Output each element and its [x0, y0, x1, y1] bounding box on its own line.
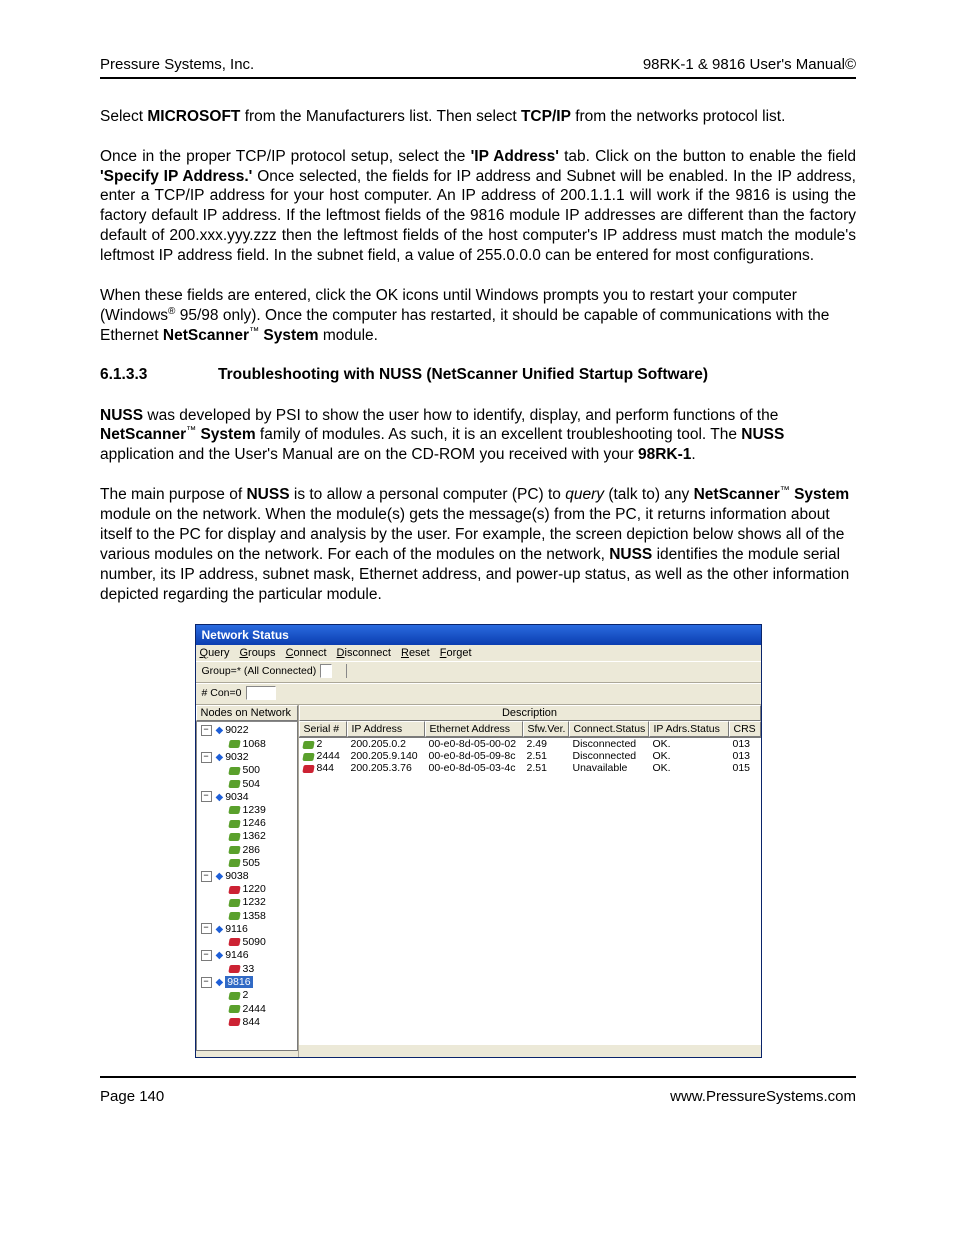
col-header[interactable]: IP Address — [347, 721, 425, 737]
tree-node-33[interactable]: 33 — [199, 963, 295, 976]
header-left: Pressure Systems, Inc. — [100, 56, 254, 73]
footer-right: www.PressureSystems.com — [670, 1088, 856, 1105]
table-row[interactable]: 2200.205.0.200-e0-8d-05-00-022.49Disconn… — [299, 738, 761, 750]
tree-node-1220[interactable]: 1220 — [199, 883, 295, 896]
tree-node-1068[interactable]: 1068 — [199, 738, 295, 751]
footer-left: Page 140 — [100, 1088, 164, 1105]
tree-node-844[interactable]: 844 — [199, 1016, 295, 1029]
menu-disconnect[interactable]: Disconnect — [337, 647, 391, 659]
tree-view[interactable]: −◆90221068−◆9032500504−◆9034123912461362… — [196, 721, 298, 1051]
header-right: 98RK-1 & 9816 User's Manual© — [643, 56, 856, 73]
tree-node-9816[interactable]: −◆9816 — [199, 976, 295, 990]
col-header[interactable]: Serial # — [299, 721, 347, 737]
tree-node-5090[interactable]: 5090 — [199, 936, 295, 949]
paragraph-5: The main purpose of NUSS is to allow a p… — [100, 485, 856, 604]
tree-node-9034[interactable]: −◆9034 — [199, 791, 295, 805]
tree-node-505[interactable]: 505 — [199, 857, 295, 870]
col-header[interactable]: IP Adrs.Status — [649, 721, 729, 737]
page-header: Pressure Systems, Inc. 98RK-1 & 9816 Use… — [100, 56, 856, 73]
tree-node-9116[interactable]: −◆9116 — [199, 923, 295, 937]
tree-node-9022[interactable]: −◆9022 — [199, 724, 295, 738]
menu-groups[interactable]: Groups — [239, 647, 275, 659]
con-input[interactable] — [246, 686, 276, 700]
tree-node-9146[interactable]: −◆9146 — [199, 949, 295, 963]
toolbar-2: # Con=0 — [196, 683, 761, 705]
tree-node-1232[interactable]: 1232 — [199, 896, 295, 909]
paragraph-2: Once in the proper TCP/IP protocol setup… — [100, 147, 856, 266]
network-status-window: Network Status Query Groups Connect Disconn… — [195, 624, 762, 1058]
description-header: Description — [299, 705, 761, 721]
col-header[interactable]: Connect.Status — [569, 721, 649, 737]
tree-node-1239[interactable]: 1239 — [199, 804, 295, 817]
header-rule — [100, 77, 856, 79]
paragraph-1: Select MICROSOFT from the Manufacturers … — [100, 107, 856, 127]
tree-node-504[interactable]: 504 — [199, 778, 295, 791]
table-row[interactable]: 844200.205.3.7600-e0-8d-05-03-4c2.51Unav… — [299, 762, 761, 774]
col-header[interactable]: CRS — [729, 721, 761, 737]
tree-node-1362[interactable]: 1362 — [199, 830, 295, 843]
footer-rule — [100, 1076, 856, 1078]
table-row[interactable]: 2444200.205.9.14000-e0-8d-05-09-8c2.51Di… — [299, 750, 761, 762]
nodes-header[interactable]: Nodes on Network — [196, 705, 298, 721]
menu-query[interactable]: Query — [200, 647, 230, 659]
tree-node-2444[interactable]: 2444 — [199, 1003, 295, 1016]
col-header[interactable]: Sfw.Ver. — [523, 721, 569, 737]
col-header[interactable]: Ethernet Address — [425, 721, 523, 737]
paragraph-3: When these fields are entered, click the… — [100, 286, 856, 346]
tree-node-500[interactable]: 500 — [199, 764, 295, 777]
group-input[interactable] — [320, 664, 332, 678]
group-label: Group=* (All Connected) — [202, 665, 317, 677]
grid-header-row[interactable]: Serial #IP AddressEthernet AddressSfw.Ve… — [299, 721, 761, 738]
grid-body[interactable]: 2200.205.0.200-e0-8d-05-00-022.49Disconn… — [299, 738, 761, 1045]
paragraph-4: NUSS was developed by PSI to show the us… — [100, 406, 856, 466]
toolbar: Group=* (All Connected) — [196, 662, 761, 683]
tree-node-2[interactable]: 2 — [199, 989, 295, 1002]
menu-connect[interactable]: Connect — [286, 647, 327, 659]
con-label: # Con=0 — [202, 687, 242, 699]
tree-node-9038[interactable]: −◆9038 — [199, 870, 295, 884]
tree-node-9032[interactable]: −◆9032 — [199, 751, 295, 765]
tree-node-286[interactable]: 286 — [199, 844, 295, 857]
menu-forget[interactable]: Forget — [440, 647, 472, 659]
section-heading: 6.1.3.3Troubleshooting with NUSS (NetSca… — [100, 366, 856, 384]
tree-node-1246[interactable]: 1246 — [199, 817, 295, 830]
menubar[interactable]: Query Groups Connect Disconnect Reset Forget — [196, 645, 761, 662]
menu-reset[interactable]: Reset — [401, 647, 430, 659]
tree-node-1358[interactable]: 1358 — [199, 910, 295, 923]
window-titlebar[interactable]: Network Status — [196, 625, 761, 645]
page-footer: Page 140 www.PressureSystems.com — [100, 1088, 856, 1105]
